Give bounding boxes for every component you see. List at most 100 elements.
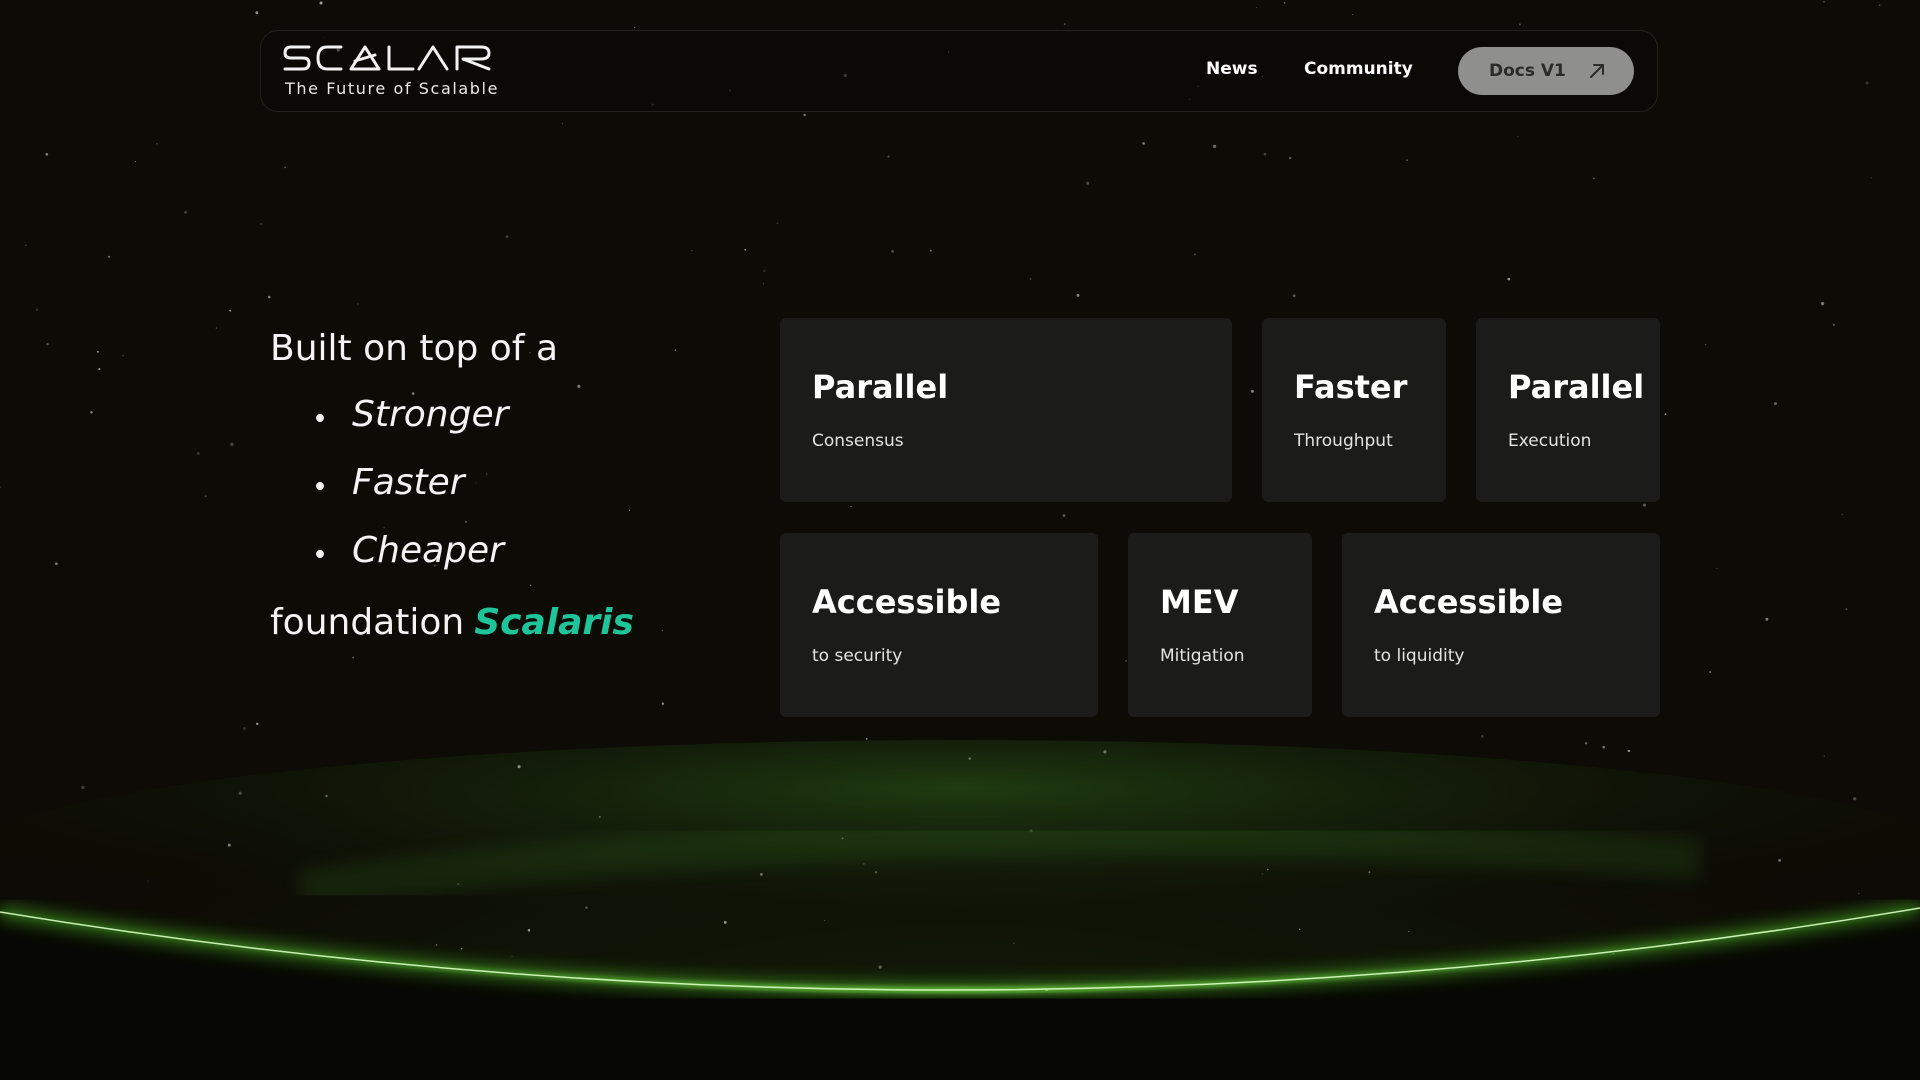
feature-card-faster-throughput: Faster Throughput: [1262, 318, 1446, 502]
star-dot: [260, 222, 263, 225]
brand-tagline: The Future of Scalable: [285, 79, 500, 98]
star-dot: [196, 452, 200, 455]
feature-title: Accessible: [812, 583, 1002, 621]
star-dot: [1029, 278, 1032, 280]
star-dot: [1823, 0, 1825, 3]
star-dot: [1292, 294, 1296, 298]
star-dot: [1821, 302, 1825, 306]
star-dot: [267, 295, 271, 299]
feature-title: Faster: [1294, 368, 1408, 406]
star-dot: [256, 722, 259, 726]
star-dot: [1709, 671, 1712, 673]
star-dot: [1284, 2, 1286, 4]
feature-title: MEV: [1160, 583, 1239, 621]
star-dot: [464, 520, 468, 524]
feature-title: Parallel: [812, 368, 949, 406]
star-dot: [1879, 4, 1881, 6]
star-dot: [352, 656, 354, 659]
star-dot: [46, 342, 49, 346]
top-navigation-bar: The Future of Scalable News Community Do…: [260, 30, 1658, 112]
star-dot: [1289, 156, 1292, 160]
feature-subtitle: to security: [812, 646, 903, 666]
star-dot: [634, 26, 636, 29]
star-dot: [1643, 503, 1646, 507]
feature-subtitle: Throughput: [1294, 431, 1393, 451]
star-dot: [661, 629, 664, 632]
feature-subtitle: Consensus: [812, 431, 904, 451]
star-dot: [661, 702, 665, 705]
star-dot: [1865, 81, 1869, 85]
feature-card-accessible-liquidity: Accessible to liquidity: [1342, 533, 1660, 717]
star-dot: [561, 122, 564, 125]
star-dot: [577, 384, 581, 388]
star-dot: [674, 349, 676, 351]
star-dot: [887, 155, 890, 158]
star-dot: [1406, 159, 1408, 161]
star-dot: [803, 113, 806, 117]
star-dot: [744, 248, 747, 251]
star-dot: [1124, 659, 1128, 662]
star-dot: [762, 269, 766, 273]
star-dot: [776, 222, 779, 225]
star-dot: [1507, 277, 1511, 281]
star-dot: [850, 505, 852, 507]
star-dot: [107, 255, 111, 258]
star-dot: [1086, 181, 1090, 185]
page: The Future of Scalable News Community Do…: [0, 0, 1920, 1080]
bullet-dot-icon: [316, 414, 324, 422]
star-dot: [1213, 144, 1217, 148]
star-dot: [691, 249, 693, 252]
star-dot: [122, 354, 124, 357]
feature-subtitle: Execution: [1508, 431, 1592, 451]
feature-subtitle: Mitigation: [1160, 646, 1245, 666]
star-dot: [229, 309, 232, 312]
star-dot: [184, 210, 188, 214]
nav-link-news[interactable]: News: [1206, 59, 1258, 79]
scalar-wordmark-logo: [283, 45, 491, 71]
scalaris-highlight: Scalaris: [474, 602, 634, 643]
star-dot: [1704, 343, 1707, 346]
feature-subtitle: to liquidity: [1374, 646, 1465, 666]
docs-v1-button[interactable]: Docs V1: [1458, 47, 1634, 95]
star-dot: [1076, 293, 1080, 297]
nav-link-community[interactable]: Community: [1304, 59, 1413, 79]
intro-closing: foundation Scalaris: [270, 602, 634, 643]
feature-title: Accessible: [1374, 583, 1564, 621]
star-dot: [1841, 513, 1843, 515]
benefit-label: Stronger: [352, 394, 509, 435]
star-dot: [156, 143, 158, 145]
star-dot: [383, 526, 386, 529]
star-dot: [319, 1, 323, 5]
benefit-label: Cheaper: [352, 530, 504, 571]
star-dot: [475, 482, 477, 484]
feature-card-parallel-execution: Parallel Execution: [1476, 318, 1660, 502]
star-dot: [90, 410, 93, 414]
planet-horizon-glow: [0, 740, 1920, 1080]
bullet-dot-icon: [316, 550, 324, 558]
star-dot: [255, 11, 259, 15]
star-dot: [1480, 735, 1484, 738]
scalar-logo[interactable]: The Future of Scalable: [283, 43, 498, 101]
star-dot: [1774, 402, 1777, 406]
star-dot: [1251, 390, 1254, 393]
star-dot: [1518, 23, 1521, 26]
star-dot: [762, 283, 764, 285]
star-dot: [1845, 608, 1848, 611]
star-dot: [486, 473, 488, 475]
star-dot: [1263, 152, 1267, 156]
star-dot: [529, 584, 532, 587]
star-dot: [1765, 617, 1769, 621]
star-dot: [1142, 142, 1145, 145]
star-dot: [98, 367, 101, 371]
star-dot: [134, 160, 137, 163]
star-dot: [1593, 177, 1595, 180]
star-dot: [35, 308, 39, 312]
closing-prefix: foundation: [270, 602, 465, 643]
star-dot: [204, 495, 207, 498]
star-dot: [1193, 253, 1197, 256]
star-dot: [1716, 567, 1718, 570]
star-dot: [96, 350, 99, 353]
star-dot: [1063, 23, 1066, 25]
star-dot: [929, 249, 932, 252]
feature-card-mev-mitigation: MEV Mitigation: [1128, 533, 1312, 717]
